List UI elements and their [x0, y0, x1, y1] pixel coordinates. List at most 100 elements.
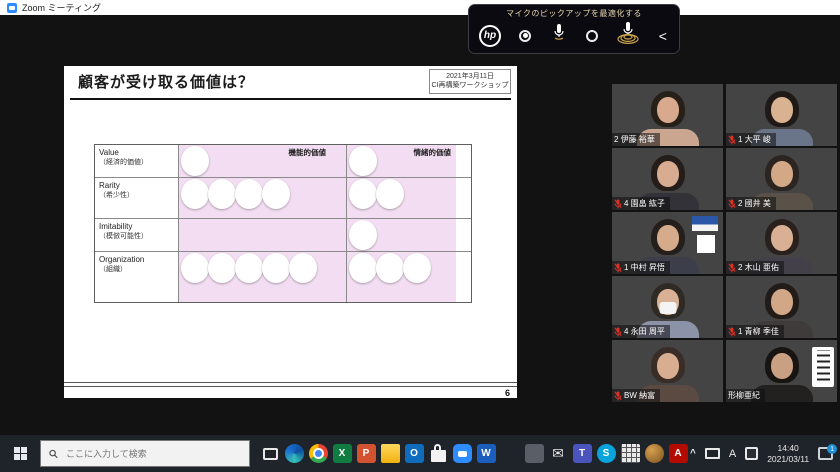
mic-narrow-pickup-icon[interactable] — [550, 23, 568, 48]
taskbar-app-button[interactable] — [618, 435, 642, 472]
participant-nameplate: 1 中村 昇悟 — [612, 261, 670, 274]
narrow-pickup-radio-selected[interactable] — [519, 29, 532, 42]
participant-name: 1 青柳 季佳 — [738, 327, 779, 336]
app-icon: A — [668, 444, 688, 463]
search-icon — [49, 449, 58, 458]
hp-popup-title: マイクのピックアップを最適化する — [506, 9, 642, 18]
row-label: Imitability — [99, 222, 133, 231]
wide-pickup-radio-unselected[interactable] — [586, 29, 599, 42]
app-icon — [644, 444, 664, 463]
value-bubble — [262, 253, 290, 283]
participant-nameplate: 形柳亜紀 — [726, 389, 765, 402]
taskbar-app-button[interactable]: ✉ — [546, 435, 570, 472]
taskbar-clock[interactable]: 14:40 2021/03/11 — [767, 443, 809, 464]
app-icon — [284, 444, 304, 463]
participant-tile[interactable]: 1 中村 昇悟 — [612, 212, 723, 274]
taskbar-app-button[interactable]: W — [474, 435, 498, 472]
hidden-icons-chevron[interactable]: ^ — [690, 448, 696, 459]
clock-date: 2021/03/11 — [767, 453, 810, 464]
participant-face — [656, 225, 679, 251]
participant-face — [770, 161, 793, 187]
participant-name: 4 永田 周平 — [624, 327, 665, 336]
participant-face — [656, 161, 679, 187]
start-button[interactable] — [0, 435, 40, 472]
taskbar-app-button[interactable]: T — [570, 435, 594, 472]
app-icon — [380, 444, 400, 463]
taskbar-app-button[interactable] — [426, 435, 450, 472]
muted-mic-icon — [728, 134, 736, 145]
participant-nameplate: 4 園畠 紘子 — [612, 197, 670, 210]
window-titlebar[interactable]: Zoom ミーティング — [0, 0, 840, 15]
taskbar-app-button[interactable] — [498, 435, 522, 472]
collapse-chevron-icon[interactable]: < — [659, 29, 667, 43]
muted-mic-icon — [614, 198, 622, 209]
taskbar-apps: X P O W ✉ T S A — [258, 435, 690, 472]
virtual-bg-card — [692, 216, 718, 231]
shared-slide: 顧客が受け取る価値は？ 2021年3月11日 CI再構築ワークショップ Valu… — [64, 66, 517, 398]
slide-workshop-name: CI再構築ワークショップ — [431, 82, 509, 90]
taskbar-app-button[interactable] — [450, 435, 474, 472]
muted-mic-icon — [614, 262, 622, 273]
taskbar-app-button[interactable] — [522, 435, 546, 472]
action-center-icon[interactable]: 1 — [818, 444, 838, 460]
taskbar-app-button[interactable]: O — [402, 435, 426, 472]
taskbar-search[interactable] — [40, 440, 250, 467]
taskbar-app-button[interactable]: X — [330, 435, 354, 472]
participant-name: 2 伊藤 裕華 — [614, 135, 655, 144]
taskbar-app-button[interactable]: P — [354, 435, 378, 472]
functional-value-header: 機能的価値 — [288, 148, 327, 157]
taskbar-app-button[interactable] — [282, 435, 306, 472]
ime-indicator[interactable]: A — [729, 448, 736, 460]
tray-app-icon[interactable] — [745, 447, 759, 460]
slide-title: 顧客が受け取る価値は？ — [78, 74, 255, 91]
participant-tile[interactable]: 2 伊藤 裕華 — [612, 84, 723, 146]
taskbar-app-button[interactable] — [642, 435, 666, 472]
participant-name: 形柳亜紀 — [728, 391, 760, 400]
taskbar-app-button[interactable] — [258, 435, 282, 472]
participant-face — [656, 97, 679, 123]
search-input[interactable] — [64, 447, 241, 460]
participant-tile[interactable]: 4 園畠 紘子 — [612, 148, 723, 210]
participant-nameplate: 1 大平 峻 — [726, 133, 776, 146]
value-bubble — [289, 253, 317, 283]
participant-tile[interactable]: 1 青柳 季佳 — [726, 276, 837, 338]
muted-mic-icon — [614, 390, 622, 401]
app-icon: P — [356, 444, 376, 463]
muted-mic-icon — [728, 198, 736, 209]
display-tray-icon[interactable] — [704, 448, 720, 459]
slide-date: 2021年3月11日 — [446, 73, 494, 80]
participant-name: 1 大平 峻 — [738, 135, 771, 144]
hp-logo: hp — [479, 24, 501, 47]
participant-tile[interactable]: BW 納富 — [612, 340, 723, 402]
participant-tile[interactable]: 4 永田 周平 — [612, 276, 723, 338]
app-icon: O — [404, 444, 424, 463]
participant-tile[interactable]: 1 大平 峻 — [726, 84, 837, 146]
app-icon — [524, 444, 544, 463]
participant-name: 2 木山 亜佑 — [738, 263, 779, 272]
hp-audio-popup: マイクのピックアップを最適化する hp < — [468, 4, 680, 54]
app-icon — [430, 444, 446, 462]
muted-mic-icon — [728, 262, 736, 273]
taskbar-app-button[interactable]: A — [666, 435, 690, 472]
participant-grid: 2 伊藤 裕華 1 大平 峻 4 園畠 紘子 2 國井 美 1 中村 昇悟 2 … — [612, 84, 837, 402]
participant-tile[interactable]: 2 木山 亜佑 — [726, 212, 837, 274]
qr-code — [697, 235, 715, 253]
face-mask — [659, 302, 676, 314]
taskbar-app-button[interactable] — [378, 435, 402, 472]
slide-date-box: 2021年3月11日 CI再構築ワークショップ — [429, 69, 511, 94]
app-icon: ✉ — [552, 445, 564, 461]
table-row: Imitability （模倣可能性） — [95, 219, 471, 252]
mic-wide-pickup-icon[interactable] — [616, 22, 640, 49]
taskbar-app-button[interactable] — [306, 435, 330, 472]
app-icon — [262, 447, 278, 460]
row-sublabel: （経済的価値） — [99, 159, 148, 166]
title-underline — [70, 98, 511, 100]
participant-tile[interactable]: 2 國井 美 — [726, 148, 837, 210]
participant-nameplate: 2 伊藤 裕華 — [612, 133, 660, 146]
value-bubble — [349, 253, 377, 283]
taskbar-app-button[interactable]: S — [594, 435, 618, 472]
window-title: Zoom ミーティング — [22, 3, 101, 13]
participant-tile[interactable]: 形柳亜紀 — [726, 340, 837, 402]
value-bubble — [376, 179, 404, 209]
muted-mic-icon — [614, 326, 622, 337]
